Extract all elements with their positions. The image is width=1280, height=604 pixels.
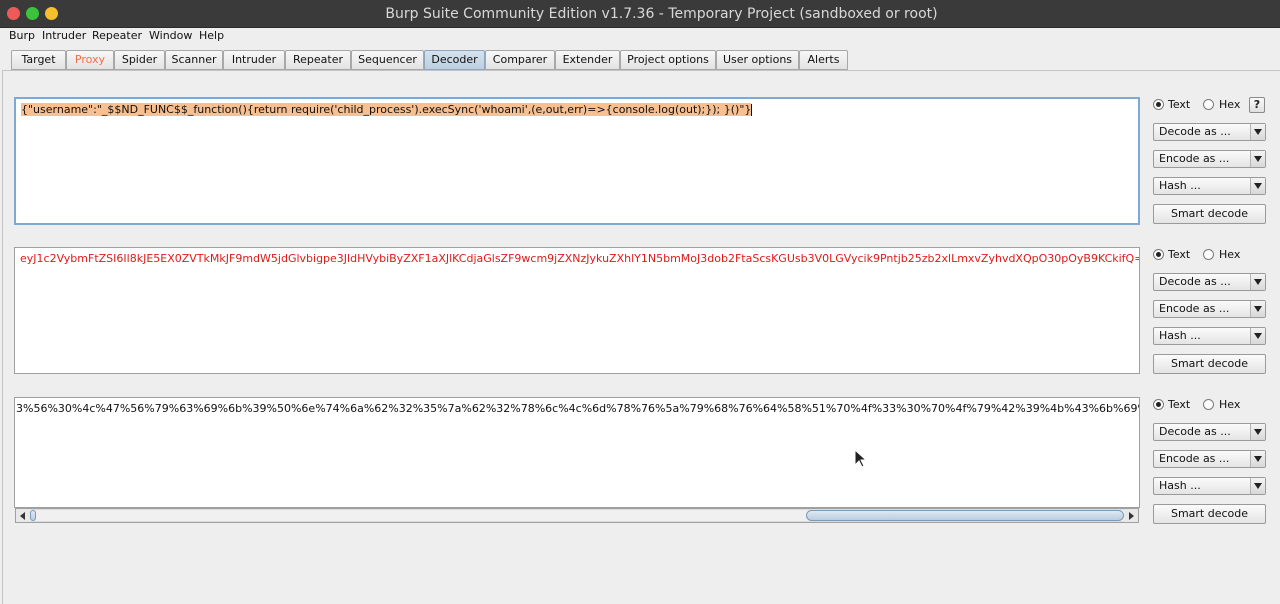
tab-extender-label: Extender: [562, 53, 613, 66]
tab-target[interactable]: Target: [11, 50, 66, 70]
hash-dropdown-2[interactable]: Hash ...: [1153, 327, 1266, 345]
chevron-down-icon: [1250, 274, 1265, 290]
decoder-output-panel-3[interactable]: 3%56%30%4c%47%56%79%63%69%6b%39%50%6e%74…: [14, 397, 1140, 508]
horizontal-scrollbar[interactable]: [15, 508, 1139, 523]
decode-as-dropdown-2[interactable]: Decode as ...: [1153, 273, 1266, 291]
chevron-down-icon: [1250, 301, 1265, 317]
menu-burp[interactable]: Burp: [9, 29, 35, 42]
text-caret: [751, 104, 753, 116]
decode-as-dropdown-3[interactable]: Decode as ...: [1153, 423, 1266, 441]
menu-bar: Burp Intruder Repeater Window Help: [0, 28, 1280, 45]
tab-target-label: Target: [21, 53, 56, 66]
chevron-down-icon: [1250, 478, 1265, 494]
tab-decoder-label: Decoder: [431, 53, 478, 66]
hash-dropdown-3[interactable]: Hash ...: [1153, 477, 1266, 495]
tab-user-options[interactable]: User options: [716, 50, 799, 70]
chevron-down-icon: [1250, 124, 1265, 140]
decode-as-label-2: Decode as ...: [1159, 275, 1231, 288]
decode-as-dropdown-1[interactable]: Decode as ...: [1153, 123, 1266, 141]
tab-intruder-label: Intruder: [231, 53, 277, 66]
smart-decode-button-2[interactable]: Smart decode: [1153, 354, 1266, 374]
hex-radio-label-1: Hex: [1219, 98, 1241, 111]
text-radio-label-3: Text: [1168, 398, 1191, 411]
scroll-left-arrow-icon[interactable]: [16, 509, 30, 522]
hex-radio-label-3: Hex: [1219, 398, 1241, 411]
decoder-output-panel-2[interactable]: eyJ1c2VybmFtZSI6Il8kJE5EX0ZVTkMkJF9mdW5j…: [14, 247, 1140, 374]
tab-alerts-label: Alerts: [807, 53, 840, 66]
hex-radio-label-2: Hex: [1219, 248, 1241, 261]
hash-label-2: Hash ...: [1159, 329, 1201, 342]
tab-extender[interactable]: Extender: [555, 50, 620, 70]
tab-user-options-label: User options: [722, 53, 793, 66]
scroll-right-arrow-icon[interactable]: [1124, 509, 1138, 522]
window-title: Burp Suite Community Edition v1.7.36 - T…: [385, 6, 938, 22]
chevron-down-icon: [1250, 424, 1265, 440]
decode-as-label-1: Decode as ...: [1159, 125, 1231, 138]
decode-as-label-3: Decode as ...: [1159, 425, 1231, 438]
scroll-thumb-edge[interactable]: [30, 510, 36, 521]
text-radio-1[interactable]: [1153, 99, 1164, 110]
encode-as-dropdown-1[interactable]: Encode as ...: [1153, 150, 1266, 168]
mouse-pointer-icon: [854, 449, 868, 468]
decoder-input-panel-1[interactable]: {"username":"_$$ND_FUNC$$_function(){ret…: [14, 97, 1140, 225]
encode-as-label-2: Encode as ...: [1159, 302, 1230, 315]
menu-intruder[interactable]: Intruder: [42, 29, 86, 42]
tab-comparer-label: Comparer: [492, 53, 548, 66]
text-radio-3[interactable]: [1153, 399, 1164, 410]
text-radio-label-2: Text: [1168, 248, 1191, 261]
decoder-text-3: 3%56%30%4c%47%56%79%63%69%6b%39%50%6e%74…: [16, 402, 1140, 415]
encode-as-label-3: Encode as ...: [1159, 452, 1230, 465]
tab-proxy-label: Proxy: [74, 53, 106, 66]
tab-intruder[interactable]: Intruder: [223, 50, 285, 70]
chevron-down-icon: [1250, 328, 1265, 344]
chevron-down-icon: [1250, 151, 1265, 167]
text-radio-label-1: Text: [1168, 98, 1191, 111]
hex-radio-2[interactable]: [1203, 249, 1214, 260]
tab-repeater[interactable]: Repeater: [285, 50, 351, 70]
tab-spider-label: Spider: [121, 53, 158, 66]
hash-dropdown-1[interactable]: Hash ...: [1153, 177, 1266, 195]
chevron-down-icon: [1250, 178, 1265, 194]
chevron-down-icon: [1250, 451, 1265, 467]
text-radio-2[interactable]: [1153, 249, 1164, 260]
title-bar: Burp Suite Community Edition v1.7.36 - T…: [0, 0, 1280, 28]
tab-scanner[interactable]: Scanner: [165, 50, 223, 70]
tab-sequencer[interactable]: Sequencer: [351, 50, 424, 70]
encode-as-dropdown-3[interactable]: Encode as ...: [1153, 450, 1266, 468]
tab-project-options-label: Project options: [627, 53, 709, 66]
menu-window[interactable]: Window: [149, 29, 192, 42]
menu-repeater[interactable]: Repeater: [92, 29, 142, 42]
hash-label-3: Hash ...: [1159, 479, 1201, 492]
hex-radio-1[interactable]: [1203, 99, 1214, 110]
smart-decode-button-3[interactable]: Smart decode: [1153, 504, 1266, 524]
encode-as-dropdown-2[interactable]: Encode as ...: [1153, 300, 1266, 318]
menu-help[interactable]: Help: [199, 29, 224, 42]
hex-radio-3[interactable]: [1203, 399, 1214, 410]
decoder-text-1: {"username":"_$$ND_FUNC$$_function(){ret…: [21, 103, 752, 116]
tab-comparer[interactable]: Comparer: [485, 50, 555, 70]
tab-project-options[interactable]: Project options: [620, 50, 716, 70]
hash-label-1: Hash ...: [1159, 179, 1201, 192]
decoder-text-2: eyJ1c2VybmFtZSI6Il8kJE5EX0ZVTkMkJF9mdW5j…: [20, 252, 1140, 265]
tab-proxy[interactable]: Proxy: [66, 50, 114, 70]
tab-sequencer-label: Sequencer: [358, 53, 417, 66]
tab-decoder[interactable]: Decoder: [424, 50, 485, 70]
tab-repeater-label: Repeater: [292, 53, 343, 66]
encode-as-label-1: Encode as ...: [1159, 152, 1230, 165]
tab-alerts[interactable]: Alerts: [799, 50, 848, 70]
smart-decode-button-1[interactable]: Smart decode: [1153, 204, 1266, 224]
help-button[interactable]: ?: [1249, 97, 1265, 113]
tab-scanner-label: Scanner: [171, 53, 217, 66]
scroll-thumb[interactable]: [806, 510, 1124, 521]
tab-spider[interactable]: Spider: [114, 50, 165, 70]
